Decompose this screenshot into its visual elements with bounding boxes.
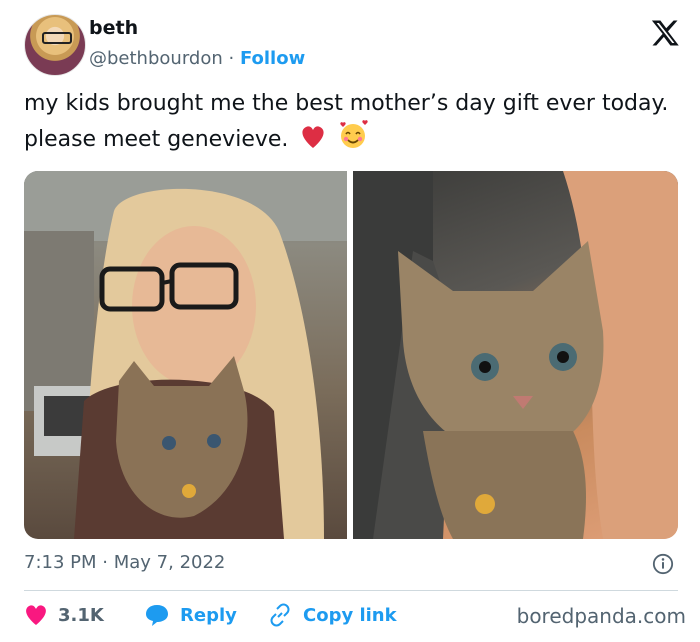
x-logo-icon[interactable] xyxy=(650,18,680,48)
separator-dot: · xyxy=(228,48,235,69)
tweet-timestamp[interactable]: 7:13 PM · May 7, 2022 xyxy=(24,552,225,573)
follow-button[interactable]: Follow xyxy=(240,48,305,69)
tweet-text: my kids brought me the best mother’s day… xyxy=(24,88,674,156)
divider xyxy=(24,590,678,591)
tweet-photo-kitten-closeup[interactable] xyxy=(353,171,678,539)
speech-bubble-icon xyxy=(146,605,168,626)
author-handle-row: @bethbourdon · Follow xyxy=(89,48,305,69)
author-handle[interactable]: @bethbourdon xyxy=(89,48,223,69)
heart-icon xyxy=(26,605,46,625)
tweet-photo-woman-with-kitten[interactable] xyxy=(24,171,347,539)
source-watermark: boredpanda.com xyxy=(516,604,686,628)
copy-link-button[interactable]: Copy link xyxy=(267,600,397,630)
reply-button[interactable]: Reply xyxy=(144,600,237,630)
reply-label: Reply xyxy=(180,604,237,626)
copy-link-label: Copy link xyxy=(303,604,397,626)
smiling-face-with-hearts-icon xyxy=(340,120,369,148)
link-icon xyxy=(270,603,290,627)
info-icon[interactable] xyxy=(652,553,674,575)
tweet-header: beth @bethbourdon · Follow xyxy=(24,14,680,78)
like-count: 3.1K xyxy=(58,604,104,626)
timestamp-separator: · xyxy=(102,552,108,573)
red-heart-icon xyxy=(302,126,324,148)
like-button[interactable]: 3.1K xyxy=(24,600,104,630)
avatar[interactable] xyxy=(24,14,86,76)
tweet-date: May 7, 2022 xyxy=(113,552,226,573)
author-name[interactable]: beth xyxy=(89,17,138,39)
tweet-time: 7:13 PM xyxy=(24,552,97,573)
